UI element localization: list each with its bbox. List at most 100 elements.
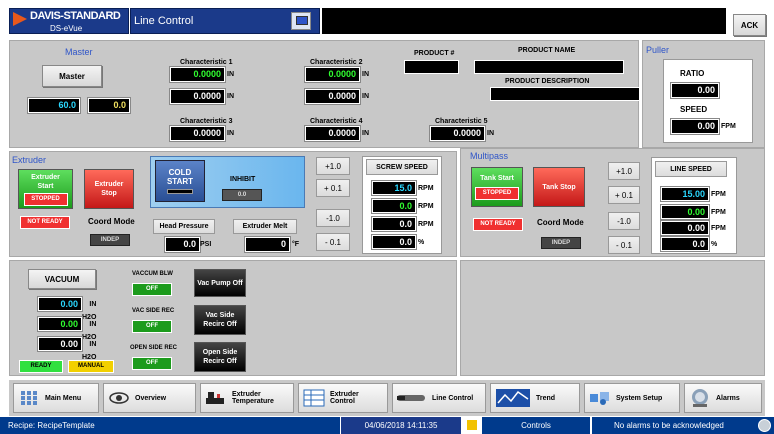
open-side-recirc-button[interactable]: Open Side Recirc Off <box>194 342 246 372</box>
nav-main-menu[interactable]: Main Menu <box>13 383 99 413</box>
product-description-label: PRODUCT DESCRIPTION <box>505 78 590 85</box>
characteristic-1-value-1: 0.0000 IN <box>169 66 234 83</box>
puller-title: Puller <box>646 45 670 55</box>
ack-button[interactable]: ACK <box>733 14 766 36</box>
screw-dec-01-button[interactable]: - 0.1 <box>316 233 350 251</box>
product-description-field <box>490 87 640 101</box>
extruder-panel: Extruder Extruder Start STOPPED Extruder… <box>9 151 457 257</box>
nav-trend[interactable]: Trend <box>490 383 580 413</box>
screw-speed-value-2: 0.0 RPM <box>371 198 434 214</box>
setup-icon <box>589 388 611 408</box>
screw-inc-01-button[interactable]: + 0.1 <box>316 179 350 197</box>
multipass-coord-mode-label: Coord Mode <box>537 218 584 227</box>
table-icon <box>303 388 325 408</box>
extruder-not-ready: NOT READY <box>20 216 70 229</box>
characteristic-4-value: 0.0000 IN <box>304 125 369 142</box>
vac-pump-label: Vac Pump Off <box>197 279 243 287</box>
screw-dec-1-button[interactable]: -1.0 <box>316 209 350 227</box>
line-speed-value-4: 0.0% <box>660 236 717 252</box>
tank-stop-button[interactable]: Tank Stop <box>533 167 585 207</box>
product-name-label: PRODUCT NAME <box>518 47 576 54</box>
logo-mark-icon <box>13 12 27 26</box>
extruder-start-label: Extruder Start <box>31 173 60 190</box>
nav-system-setup-label: System Setup <box>616 394 663 402</box>
logo: DAVIS-STANDARD DS-eVue <box>9 8 129 34</box>
line-dec-01-button[interactable]: - 0.1 <box>608 236 640 254</box>
master-panel: Master Master 60.0 0.0 Characteristic 1 … <box>9 40 640 148</box>
header-bar: DAVIS-STANDARD DS-eVue Line Control ACK <box>0 0 774 36</box>
recipe-label: Recipe: <box>8 421 36 430</box>
characteristic-2-label: Characteristic 2 <box>310 59 363 66</box>
title-box: Line Control <box>130 8 320 34</box>
line-speed-value-2: 0.00 FPM <box>660 204 726 220</box>
nav-overview[interactable]: Overview <box>103 383 196 413</box>
nav-extruder-temperature-label: Extruder Temperature <box>232 391 274 405</box>
master-button[interactable]: Master <box>42 65 102 87</box>
extruder-stop-button[interactable]: Extruder Stop <box>84 169 134 209</box>
head-pressure-label: Head Pressure <box>153 219 215 234</box>
multipass-coord-mode-value[interactable]: INDEP <box>541 237 581 249</box>
ratio-value: 0.00 <box>670 82 720 99</box>
empty-panel <box>460 260 765 376</box>
status-alarms: No alarms to be acknowledged <box>592 417 774 434</box>
tank-start-label: Tank Start <box>480 175 514 182</box>
line-dec-1-button[interactable]: -1.0 <box>608 212 640 230</box>
status-screen: Controls <box>482 417 590 434</box>
cold-start-button[interactable]: COLD START <box>155 160 205 202</box>
extruder-icon <box>205 388 227 408</box>
extruder-melt-label: Extruder Melt <box>233 219 297 234</box>
vac-blw-label: VACCUM BLW <box>132 271 173 277</box>
nav-line-control[interactable]: Line Control <box>392 383 486 413</box>
extruder-title: Extruder <box>12 155 47 165</box>
vacuum-panel: VACUUM 0.00 IN H2O 0.00 IN H2O 0.00 IN H2O … <box>9 260 457 376</box>
nav-main-menu-label: Main Menu <box>45 394 82 402</box>
speed-value: 0.00 FPM <box>670 118 736 135</box>
alarm-status-icon <box>758 419 771 432</box>
vacuum-button[interactable]: VACUUM <box>28 269 96 289</box>
characteristic-3-value: 0.0000 IN <box>169 125 234 142</box>
screen-icon <box>466 419 478 431</box>
head-pressure-value: 0.0 PSI <box>164 236 211 253</box>
tank-start-button[interactable]: Tank Start STOPPED <box>471 167 523 207</box>
characteristic-1-label: Characteristic 1 <box>180 59 233 66</box>
vac-side-recirc-button[interactable]: Vac Side Recirc Off <box>194 305 246 335</box>
characteristic-5-value: 0.0000 IN <box>429 125 494 142</box>
line-inc-1-button[interactable]: +1.0 <box>608 162 640 180</box>
vacuum-value-1: 0.00 IN H2O <box>37 296 96 321</box>
nav-extruder-control[interactable]: Extruder Control <box>298 383 388 413</box>
menu-grid-icon <box>18 388 40 408</box>
screw-speed-value-4: 0.0% <box>371 234 424 250</box>
puller-panel: Puller RATIO 0.00 SPEED 0.00 FPM <box>642 40 765 148</box>
nav-line-control-label: Line Control <box>432 394 474 402</box>
status-datetime: 04/06/2018 14:11:35 <box>341 417 461 434</box>
multipass-not-ready: NOT READY <box>473 218 523 231</box>
tank-stop-label: Tank Stop <box>542 183 576 191</box>
monitor-icon[interactable] <box>291 12 311 30</box>
ratio-label: RATIO <box>680 69 705 78</box>
vac-side-recirc-label: Vac Side Recirc Off <box>203 312 237 328</box>
nav-alarms-label: Alarms <box>716 394 740 402</box>
master-title: Master <box>65 47 93 57</box>
vacuum-manual: MANUAL <box>68 360 114 373</box>
line-inc-01-button[interactable]: + 0.1 <box>608 186 640 204</box>
nav-alarms[interactable]: Alarms <box>684 383 762 413</box>
screw-inc-1-button[interactable]: +1.0 <box>316 157 350 175</box>
extruder-start-button[interactable]: Extruder Start STOPPED <box>18 169 73 209</box>
extruder-melt-value: 0 °F <box>244 236 299 253</box>
vac-blw-state: OFF <box>132 283 172 296</box>
line-speed-value-3: 0.00 FPM <box>660 220 726 236</box>
vac-pump-button[interactable]: Vac Pump Off <box>194 269 246 297</box>
master-value-right: 0.0 <box>87 97 131 114</box>
logo-text: DAVIS-STANDARD <box>30 10 121 22</box>
extruder-start-status: STOPPED <box>23 192 68 206</box>
status-recipe: Recipe: RecipeTemplate <box>0 417 340 434</box>
nav-extruder-temperature[interactable]: Extruder Temperature <box>200 383 294 413</box>
characteristic-4-label: Characteristic 4 <box>310 118 363 125</box>
multipass-panel: Multipass Tank Start STOPPED Tank Stop N… <box>460 148 765 257</box>
line-speed-value-1: 15.00 FPM <box>660 186 726 202</box>
extruder-coord-mode-value[interactable]: INDEP <box>90 234 130 246</box>
nav-system-setup[interactable]: System Setup <box>584 383 680 413</box>
cold-start-indicator <box>167 189 193 194</box>
inhibit-value: 0.0 <box>222 189 262 201</box>
nav-overview-label: Overview <box>135 394 167 402</box>
